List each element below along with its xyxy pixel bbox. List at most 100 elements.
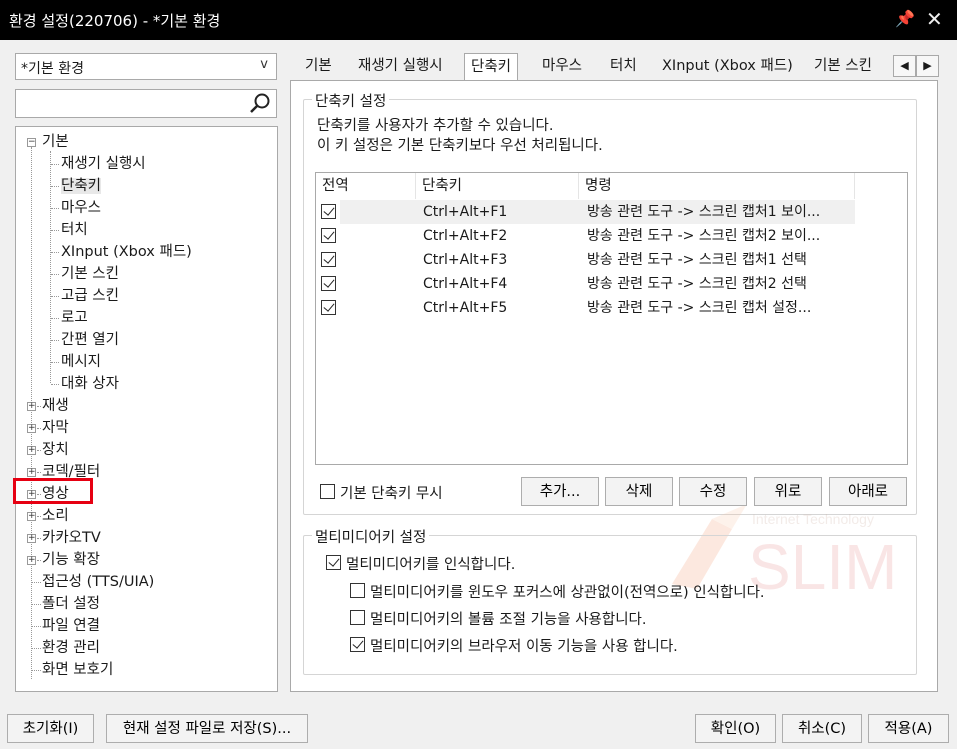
tree-item-label: XInput (Xbox 패드) (61, 244, 192, 260)
expand-icon[interactable]: + (27, 556, 36, 565)
tab-shortcuts[interactable]: 단축키 (464, 53, 519, 83)
delete-button[interactable]: 삭제 (605, 477, 673, 506)
scroll-left-icon[interactable]: ◀ (893, 55, 916, 77)
multimedia-option-label[interactable]: 멀티미디어키의 볼륨 조절 기능을 사용합니다. (370, 608, 647, 629)
title-bar: 환경 설정(220706) - *기본 환경 📌 ✕ (0, 0, 957, 40)
multimedia-option-label[interactable]: 멀티미디어키를 인식합니다. (346, 553, 515, 574)
tree-item-child[interactable]: 재생기 실행시 (61, 153, 146, 175)
tab-basic[interactable]: 기본 (299, 53, 338, 81)
tree-connector (37, 538, 41, 539)
tree-item-leaf[interactable]: 폴더 설정 (42, 593, 100, 615)
tree-item-child[interactable]: 단축키 (61, 175, 102, 197)
tree-connector (51, 362, 59, 363)
column-header-key[interactable]: 단축키 (416, 173, 579, 199)
multimedia-option-checkbox[interactable] (350, 637, 365, 652)
tree-item-label: 기본 스킨 (61, 266, 119, 282)
ignore-default-label[interactable]: 기본 단축키 무시 (340, 482, 443, 503)
tab-mouse[interactable]: 마우스 (536, 53, 588, 81)
shortcut-group-title: 단축키 설정 (312, 90, 390, 111)
ignore-default-checkbox[interactable] (320, 484, 335, 499)
global-checkbox[interactable] (321, 252, 336, 267)
close-icon[interactable]: ✕ (926, 7, 943, 31)
tab-player-start[interactable]: 재생기 실행시 (352, 53, 449, 81)
tree-item-label: 재생기 실행시 (61, 156, 146, 172)
multimedia-option-label[interactable]: 멀티미디어키의 브라우저 이동 기능을 사용 합니다. (370, 635, 678, 656)
expand-icon[interactable]: + (27, 424, 36, 433)
global-checkbox[interactable] (321, 204, 336, 219)
tree-item-leaf[interactable]: 접근성 (TTS/UIA) (42, 571, 154, 593)
tree-connector (32, 626, 41, 627)
chevron-down-icon[interactable]: v (260, 57, 268, 72)
column-header-command[interactable]: 명령 (579, 173, 855, 199)
expand-icon[interactable]: + (27, 402, 36, 411)
expand-icon[interactable]: + (27, 446, 36, 455)
multimedia-option-checkbox[interactable] (350, 610, 365, 625)
collapse-icon[interactable]: − (27, 138, 36, 147)
multimedia-option-label[interactable]: 멀티미디어키를 윈도우 포커스에 상관없이(전역으로) 인식합니다. (370, 581, 765, 602)
search-icon[interactable] (248, 92, 272, 116)
shortcut-list[interactable]: 전역 단축키 명령 Ctrl+Alt+F1 방송 관련 도구 -> 스크린 캡처1… (315, 172, 908, 599)
tree-item-label: 재생 (42, 398, 69, 414)
preset-combo[interactable]: *기본 환경 v (15, 53, 277, 80)
global-checkbox[interactable] (321, 276, 336, 291)
tree-item-group[interactable]: 자막 (42, 417, 69, 439)
scroll-right-icon[interactable]: ▶ (916, 55, 939, 77)
tree-item-group[interactable]: 소리 (42, 505, 69, 527)
table-row[interactable]: Ctrl+Alt+F2 방송 관련 도구 -> 스크린 캡처2 보이... (316, 224, 907, 248)
tree-connector (37, 450, 41, 451)
tree-item-label: 장치 (42, 442, 69, 458)
save-settings-file-button[interactable]: 현재 설정 파일로 저장(S)... (106, 714, 308, 743)
tree-item-child[interactable]: 메시지 (61, 351, 101, 373)
tree-item-leaf[interactable]: 파일 연결 (42, 615, 100, 637)
table-row[interactable]: Ctrl+Alt+F4 방송 관련 도구 -> 스크린 캡처2 선택 (316, 272, 907, 296)
table-row[interactable]: Ctrl+Alt+F1 방송 관련 도구 -> 스크린 캡처1 보이... (316, 200, 907, 224)
multimedia-option-checkbox[interactable] (350, 583, 365, 598)
tree-connector (51, 230, 59, 231)
move-down-button[interactable]: 아래로 (829, 477, 907, 506)
tree-item-child[interactable]: 로고 (61, 307, 88, 329)
cancel-button[interactable]: 취소(C) (782, 714, 862, 743)
search-input[interactable] (15, 89, 277, 118)
tree-item-group[interactable]: 기능 확장 (42, 549, 100, 571)
tab-touch[interactable]: 터치 (604, 53, 643, 81)
expand-icon[interactable]: + (27, 534, 36, 543)
tree-item-child[interactable]: 터치 (61, 219, 88, 241)
tree-item-child[interactable]: 고급 스킨 (61, 285, 119, 307)
tab-xinput[interactable]: XInput (Xbox 패드) (656, 53, 799, 81)
tree-item-child[interactable]: 간편 열기 (61, 329, 119, 351)
apply-button[interactable]: 적용(A) (868, 714, 949, 743)
tree-connector (51, 318, 59, 319)
tree-item-child[interactable]: 기본 스킨 (61, 263, 119, 285)
shortcut-key-cell: Ctrl+Alt+F1 (423, 204, 508, 220)
global-checkbox[interactable] (321, 300, 336, 315)
tree-item-label: 파일 연결 (42, 618, 100, 634)
settings-tree[interactable]: − 기본 재생기 실행시단축키 마우스 터치 XInput (Xbox 패드) 기본 스… (15, 126, 278, 692)
tree-item-group[interactable]: 카카오TV (42, 527, 101, 549)
pin-icon[interactable]: 📌 (895, 9, 915, 28)
tree-item-group[interactable]: 장치 (42, 439, 69, 461)
multimedia-option-checkbox[interactable] (326, 555, 341, 570)
tab-basic-skin[interactable]: 기본 스킨 (808, 53, 878, 81)
ok-button[interactable]: 확인(O) (695, 714, 776, 743)
global-checkbox[interactable] (321, 228, 336, 243)
tree-item-child[interactable]: 대화 상자 (61, 373, 119, 395)
tree-item-basic[interactable]: 기본 (42, 131, 69, 153)
expand-icon[interactable]: + (27, 512, 36, 521)
edit-button[interactable]: 수정 (679, 477, 747, 506)
move-up-button[interactable]: 위로 (754, 477, 822, 506)
list-header: 전역 단축키 명령 (316, 173, 907, 199)
tree-connector (51, 274, 59, 275)
tree-item-child[interactable]: XInput (Xbox 패드) (61, 241, 192, 263)
tree-item-child[interactable]: 마우스 (61, 197, 101, 219)
column-header-global[interactable]: 전역 (316, 173, 416, 199)
reset-button[interactable]: 초기화(I) (7, 714, 94, 743)
tree-item-leaf[interactable]: 화면 보호기 (42, 659, 113, 681)
add-button[interactable]: 추가... (521, 477, 599, 506)
table-row[interactable]: Ctrl+Alt+F3 방송 관련 도구 -> 스크린 캡처1 선택 (316, 248, 907, 272)
tree-connector (51, 208, 59, 209)
table-row[interactable]: Ctrl+Alt+F5 방송 관련 도구 -> 스크린 캡처 설정... (316, 296, 907, 320)
expand-icon[interactable]: + (27, 468, 36, 477)
tree-connector (37, 406, 41, 407)
tree-item-group[interactable]: 재생 (42, 395, 69, 417)
tree-item-leaf[interactable]: 환경 관리 (42, 637, 100, 659)
